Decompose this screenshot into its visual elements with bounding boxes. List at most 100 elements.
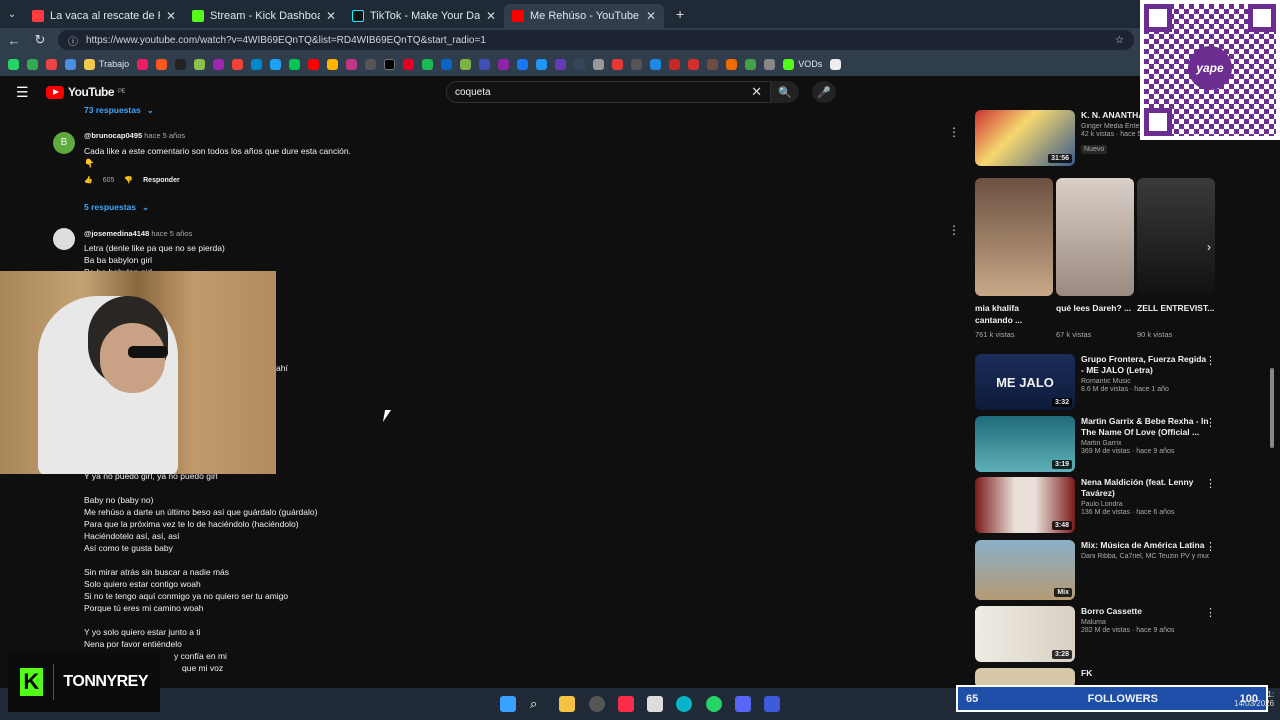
windows-start-icon[interactable] [500,696,516,712]
bookmark-icon[interactable] [460,58,472,70]
bookmark-icon[interactable] [441,58,453,70]
more-actions-icon[interactable]: ⋮ [948,224,960,236]
bookmark-icon[interactable] [365,58,377,70]
show-replies-button[interactable]: 5 respuestas ⌄ [84,201,684,213]
bookmark-icon[interactable] [8,58,19,70]
bookmark-icon[interactable] [327,58,339,70]
more-actions-icon[interactable]: ⋮ [948,126,960,138]
channel-name[interactable]: Dani Ribba, Ca7riel, MC Teuzin PV y muc.… [1081,553,1209,560]
bookmark-icon[interactable] [764,58,776,70]
back-icon[interactable]: ← [6,33,22,48]
menu-icon[interactable]: ☰ [16,84,29,101]
bookmark-icon[interactable] [745,58,757,70]
close-tab-icon[interactable]: ✕ [646,9,656,23]
bookmark-icon[interactable] [27,58,38,70]
bookmark-icon[interactable] [726,58,738,70]
tab-pio-chicken[interactable]: La vaca al rescate de Pio chicken ✕ [24,4,184,28]
channel-name[interactable]: Romantic Music [1081,378,1209,385]
channel-name[interactable]: Martin Garrix [1081,440,1209,447]
bookmark-icon[interactable] [251,58,263,70]
channel-name[interactable]: Paulo Londra [1081,501,1209,508]
clear-search-icon[interactable]: ✕ [751,84,762,100]
bookmark-icon[interactable] [830,58,842,70]
bookmark-icon[interactable] [213,58,225,70]
page-scrollbar[interactable] [1270,368,1274,448]
short-title[interactable]: qué lees Dareh? ... [1056,302,1134,314]
author-handle[interactable]: @josemedina4148 [84,229,149,238]
bookmark-icon[interactable] [479,58,491,70]
bookmark-icon[interactable] [650,58,662,70]
show-replies-button[interactable]: 73 respuestas ⌄ [84,104,154,116]
bookmark-icon[interactable] [669,58,681,70]
url-field[interactable]: ⓘ https://www.youtube.com/watch?v=4WIB69… [58,30,1134,50]
edge-icon[interactable] [676,696,692,712]
like-icon[interactable]: 👍 [84,175,93,187]
video-thumbnail[interactable]: 3:48 [975,477,1075,533]
search-icon[interactable]: ⌕ [530,696,546,712]
reload-icon[interactable]: ↻ [32,32,48,48]
related-video[interactable]: 3:48 Nena Maldición (feat. Lenny Tavárez… [975,477,1220,533]
related-video[interactable]: 3:19 Martin Garrix & Bebe Rexha - In The… [975,416,1220,472]
more-actions-icon[interactable]: ⋮ [1205,354,1216,367]
bookmark-star-icon[interactable]: ☆ [1115,35,1124,46]
site-info-icon[interactable]: ⓘ [68,33,78,48]
youtube-logo[interactable]: YouTube PE [46,85,126,99]
close-tab-icon[interactable]: ✕ [166,9,176,23]
pinterest-icon[interactable] [403,58,415,70]
bookmark-icon[interactable] [555,58,567,70]
more-actions-icon[interactable]: ⋮ [1205,477,1216,490]
voice-search-button[interactable]: 🎤 [812,81,836,103]
channel-name[interactable]: Maluma [1081,619,1209,626]
bookmark-icon[interactable] [688,58,700,70]
video-thumbnail[interactable]: 3:19 [975,416,1075,472]
close-tab-icon[interactable]: ✕ [326,9,336,23]
next-shorts-icon[interactable]: › [1207,240,1211,254]
bookmark-icon[interactable] [536,58,548,70]
video-title[interactable]: Mix: Música de América Latina [1081,540,1209,551]
bookmark-icon[interactable] [270,58,282,70]
tab-tiktok[interactable]: TikTok - Make Your Day ✕ [344,4,504,28]
bookmark-icon[interactable] [46,58,57,70]
bookmark-icon[interactable] [289,58,301,70]
tab-me-rehuso-youtube[interactable]: Me Rehúso - YouTube ✕ [504,4,664,28]
reply-button[interactable]: Responder [143,175,180,187]
video-title[interactable]: Borro Cassette [1081,606,1209,617]
related-video[interactable]: Mix Mix: Música de América Latina Dani Ri… [975,540,1220,600]
author-handle[interactable]: @brunocap0495 [84,131,142,140]
short-title[interactable]: ZELL ENTREVIST... [1137,302,1215,314]
x-icon[interactable] [384,58,396,70]
whatsapp-icon[interactable] [706,696,722,712]
app-icon[interactable] [764,696,780,712]
bookmark-icon[interactable] [156,58,168,70]
short-thumbnail[interactable] [1056,178,1134,296]
bookmark-vods[interactable]: VODs [783,58,822,70]
new-tab-icon[interactable]: + [676,6,684,22]
short-thumbnail[interactable] [1137,178,1215,296]
video-title[interactable]: Nena Maldición (feat. Lenny Tavárez) [1081,477,1209,499]
video-title[interactable]: Martin Garrix & Bebe Rexha - In The Name… [1081,416,1209,438]
bookmark-icon[interactable] [232,58,244,70]
tab-kick-dashboard[interactable]: Stream - Kick Dashboard ✕ [184,4,344,28]
avatar[interactable]: B [53,132,75,154]
short-thumbnail[interactable] [975,178,1053,296]
system-clock[interactable]: 1: 14/03/2026 [1234,690,1274,708]
facebook-icon[interactable] [517,58,529,70]
video-thumbnail[interactable]: Mix [975,540,1075,600]
more-actions-icon[interactable]: ⋮ [1205,540,1216,553]
video-title[interactable]: FK [1081,668,1209,679]
app-icon[interactable] [589,696,605,712]
related-video[interactable]: 3:28 Borro Cassette Maluma 282 M de vistas… [975,606,1220,662]
comment-author[interactable]: @brunocap0495 hace 5 años [84,130,684,142]
spotify-icon[interactable] [422,58,434,70]
bookmark-icon[interactable] [612,58,624,70]
tab-list-icon[interactable]: ⌄ [0,9,24,20]
file-explorer-icon[interactable] [559,696,575,712]
discord-icon[interactable] [735,696,751,712]
bookmark-icon[interactable] [137,58,149,70]
bookmark-icon[interactable] [194,58,206,70]
close-tab-icon[interactable]: ✕ [486,9,496,23]
bookmark-icon[interactable] [65,58,76,70]
tumblr-icon[interactable] [574,58,586,70]
video-thumbnail[interactable]: 3:28 [975,606,1075,662]
bookmark-folder-trabajo[interactable]: Trabajo [84,58,129,70]
